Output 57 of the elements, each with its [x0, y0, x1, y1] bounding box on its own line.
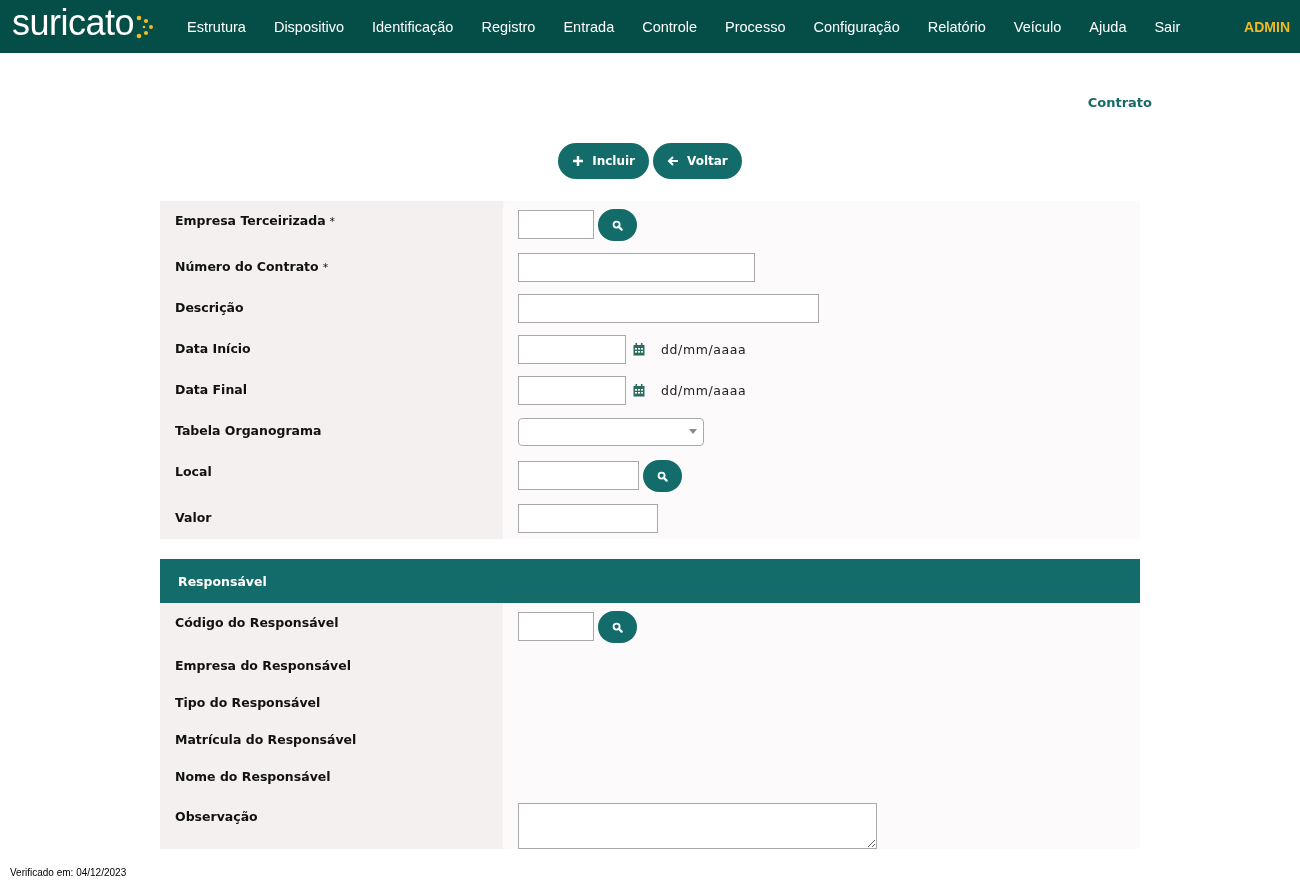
date-field[interactable] [518, 376, 626, 405]
add-button[interactable]: Incluir [558, 143, 650, 179]
nav-menu-item[interactable]: Registro [467, 18, 550, 35]
caret-icon [689, 429, 697, 434]
required-mark: * [322, 261, 329, 274]
field-label: Matrícula do Responsável [160, 723, 503, 760]
input-field[interactable] [518, 209, 594, 239]
input-field[interactable] [518, 460, 639, 490]
left-arrow-icon [667, 155, 680, 167]
verification-date: Verificado em: 04/12/2023 [10, 867, 127, 878]
input-field[interactable] [518, 504, 658, 533]
search-button[interactable] [643, 460, 682, 492]
calendar-icon[interactable] [633, 343, 645, 356]
field-label: Observação [160, 797, 503, 849]
search-icon [612, 621, 623, 633]
search-button[interactable] [598, 611, 637, 643]
field-label: Data Final [160, 370, 503, 411]
nav-menu-item[interactable]: Dispositivo [259, 18, 358, 35]
input-field[interactable] [518, 611, 594, 641]
dropdown[interactable] [518, 417, 704, 446]
search-icon [612, 219, 623, 231]
field-label: Nome do Responsável [160, 760, 503, 797]
nav-menu-item[interactable]: Configuração [799, 18, 914, 35]
nav-menu-item[interactable]: Sair [1140, 18, 1195, 35]
search-button[interactable] [598, 209, 637, 241]
field-label-text: Número do Contrato [175, 259, 319, 274]
search-icon [657, 470, 668, 482]
field-label: Data Início [160, 329, 503, 370]
nav-menu-item[interactable]: Estrutura [173, 18, 260, 35]
field-label: Código do Responsável [160, 603, 503, 649]
date-format-hint: dd/mm/aaaa [661, 342, 747, 357]
date-format-hint: dd/mm/aaaa [661, 383, 747, 398]
back-button[interactable]: Voltar [653, 143, 742, 179]
nav-menu-item[interactable]: Ajuda [1075, 18, 1141, 35]
field-label: Local [160, 452, 503, 498]
date-field[interactable] [518, 335, 626, 364]
section-header: Responsável [160, 559, 1140, 603]
nav-menu-item[interactable]: Entrada [549, 18, 629, 35]
nav-menu-item[interactable]: Controle [628, 18, 712, 35]
text-area[interactable] [518, 803, 877, 849]
nav-menu-item[interactable]: Veículo [999, 18, 1076, 35]
field-label: Tabela Organograma [160, 411, 503, 452]
field-label: Descrição [160, 288, 503, 329]
field-label-text: Empresa Terceirizada [175, 213, 326, 228]
nav-menu-item[interactable]: Identificação [358, 18, 468, 35]
input-field[interactable] [518, 253, 755, 282]
calendar-icon[interactable] [633, 384, 645, 397]
page-title: Contrato [1087, 95, 1152, 110]
required-mark: * [329, 215, 336, 228]
field-label: Empresa do Responsável [160, 649, 503, 686]
nav-menu-item[interactable]: Processo [711, 18, 800, 35]
field-label: Valor [160, 498, 503, 539]
user-name[interactable]: ADMIN [1244, 18, 1290, 35]
field-label: Tipo do Responsável [160, 686, 503, 723]
plus-icon [572, 155, 585, 167]
input-field[interactable] [518, 294, 819, 323]
nav-menu-item[interactable]: Relatório [913, 18, 1000, 35]
